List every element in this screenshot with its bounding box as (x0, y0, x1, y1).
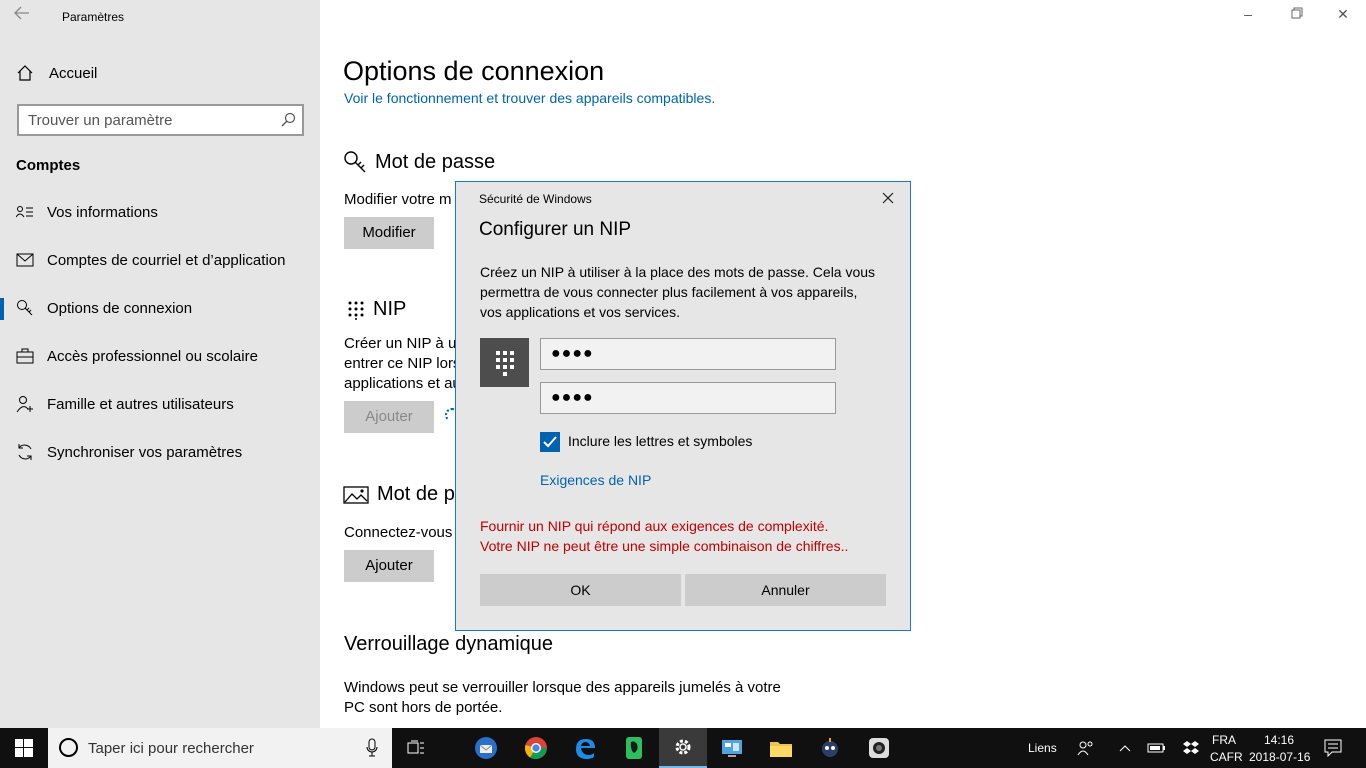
dynamic-lock-description-line: PC sont hors de portée. (344, 699, 503, 716)
settings-icon[interactable] (659, 728, 707, 768)
keypad-icon (480, 338, 529, 387)
picture-password-heading: Mot de p (343, 483, 455, 506)
battery-icon[interactable] (1142, 728, 1172, 768)
window-title: Paramètres (62, 10, 125, 24)
back-arrow-icon[interactable] (14, 6, 36, 26)
thunderbird-icon[interactable] (462, 728, 510, 768)
sidebar-item-comptes-courriel[interactable]: Comptes de courriel et d’application (0, 240, 320, 280)
sidebar-item-acces-professionnel[interactable]: Accès professionnel ou scolaire (0, 336, 320, 376)
cortana-icon[interactable] (59, 738, 78, 757)
keyboard-layout-indicator[interactable]: CAFR (1210, 750, 1243, 764)
minimize-icon[interactable]: – (1233, 6, 1263, 22)
sidebar-item-label: Accès professionnel ou scolaire (47, 347, 258, 365)
dialog-caption: Sécurité de Windows (479, 192, 592, 206)
person-card-icon (16, 203, 34, 221)
settings-search-input[interactable]: Trouver un paramètre (17, 104, 304, 136)
sync-icon (16, 443, 34, 461)
key-icon (343, 150, 367, 174)
pin-heading: NIP (347, 298, 406, 321)
briefcase-icon (16, 347, 34, 365)
microphone-icon[interactable] (366, 738, 378, 763)
modify-password-button[interactable]: Modifier (344, 217, 434, 249)
app-icon[interactable] (806, 728, 854, 768)
window-close-icon[interactable]: ✕ (1328, 6, 1358, 23)
file-explorer-icon[interactable] (757, 728, 805, 768)
pin-description-line: entrer ce NIP lors (344, 355, 461, 372)
search-placeholder: Trouver un paramètre (28, 112, 173, 129)
taskbar-search-input[interactable]: Taper ici pour rechercher (48, 728, 392, 768)
taskbar-search-placeholder: Taper ici pour rechercher (88, 740, 254, 757)
home-icon (16, 64, 34, 82)
taskbar: Taper ici pour rechercher Liens FRA CAFR… (0, 728, 1366, 768)
person-add-icon (16, 395, 34, 413)
sidebar-item-label: Comptes de courriel et d’application (47, 251, 286, 269)
restore-icon[interactable] (1282, 6, 1312, 22)
sidebar-item-famille[interactable]: Famille et autres utilisateurs (0, 384, 320, 424)
sidebar-item-vos-informations[interactable]: Vos informations (0, 192, 320, 232)
cancel-button[interactable]: Annuler (685, 574, 886, 606)
sidebar-item-synchroniser[interactable]: Synchroniser vos paramètres (0, 432, 320, 472)
pin-description-line: applications et au (344, 375, 461, 392)
picture-password-description: Connectez-vous (344, 524, 453, 541)
home-label: Accueil (49, 64, 98, 82)
add-pin-button[interactable]: Ajouter (344, 401, 434, 433)
chrome-icon[interactable] (512, 728, 560, 768)
dialog-description: Créez un NIP à utiliser à la place des m… (480, 264, 876, 320)
chevron-up-icon[interactable] (1110, 728, 1140, 768)
evernote-icon[interactable] (610, 728, 658, 768)
sidebar-item-label: Famille et autres utilisateurs (47, 395, 234, 413)
ok-button[interactable]: OK (480, 574, 681, 606)
keypad-icon (347, 300, 365, 320)
new-pin-input[interactable]: ●●●● (540, 338, 836, 370)
password-heading: Mot de passe (343, 150, 495, 174)
pin-heading-text: NIP (373, 298, 407, 320)
search-icon[interactable] (280, 112, 296, 133)
picture-icon (343, 485, 369, 504)
people-icon[interactable] (1064, 728, 1108, 768)
error-line: Votre NIP ne peut être une simple combin… (480, 538, 849, 554)
camera-app-icon[interactable] (855, 728, 903, 768)
mail-icon (16, 251, 34, 269)
clock-time[interactable]: 14:16 (1264, 733, 1294, 747)
picture-heading-text: Mot de p (377, 483, 455, 505)
windows-start-icon[interactable] (0, 728, 48, 768)
include-letters-label[interactable]: Inclure les lettres et symboles (568, 433, 752, 449)
sidebar-item-label: Synchroniser vos paramètres (47, 443, 243, 461)
action-center-icon[interactable] (1316, 728, 1350, 768)
error-message: Fournir un NIP qui répond aux exigences … (480, 516, 900, 556)
clock-date[interactable]: 2018-07-16 (1249, 750, 1310, 764)
language-indicator[interactable]: FRA (1212, 733, 1236, 747)
links-toolbar-label[interactable]: Liens (1028, 741, 1057, 755)
key-icon (16, 299, 34, 317)
pin-description-line: Créer un NIP à ut (344, 335, 461, 352)
password-heading-text: Mot de passe (375, 150, 496, 173)
compatible-devices-link[interactable]: Voir le fonctionnement et trouver des ap… (344, 90, 715, 106)
add-picture-password-button[interactable]: Ajouter (344, 550, 434, 582)
page-title: Options de connexion (343, 56, 605, 86)
sidebar: Paramètres Accueil Trouver un paramètre … (0, 0, 320, 728)
dialog-title: Configurer un NIP (479, 219, 632, 240)
close-icon[interactable] (878, 188, 898, 209)
control-panel-icon[interactable] (708, 728, 756, 768)
pin-requirements-link[interactable]: Exigences de NIP (540, 472, 651, 488)
confirm-pin-input[interactable]: ●●●● (540, 382, 836, 414)
dynamic-lock-heading: Verrouillage dynamique (344, 633, 554, 655)
edge-icon[interactable] (561, 728, 609, 768)
sidebar-item-label: Options de connexion (47, 299, 193, 317)
sidebar-item-options-connexion[interactable]: Options de connexion (0, 288, 320, 328)
section-heading: Comptes (16, 157, 81, 174)
include-letters-checkbox[interactable] (540, 432, 560, 452)
dropbox-icon[interactable] (1176, 728, 1206, 768)
dynamic-lock-description-line: Windows peut se verrouiller lorsque des … (344, 679, 781, 696)
windows-security-dialog: Sécurité de Windows Configurer un NIP Cr… (455, 181, 911, 631)
task-view-icon[interactable] (392, 728, 440, 768)
error-line: Fournir un NIP qui répond aux exigences … (480, 518, 829, 534)
password-description: Modifier votre m (344, 191, 452, 208)
sidebar-item-label: Vos informations (47, 203, 158, 221)
home-nav-item[interactable]: Accueil (16, 62, 97, 84)
